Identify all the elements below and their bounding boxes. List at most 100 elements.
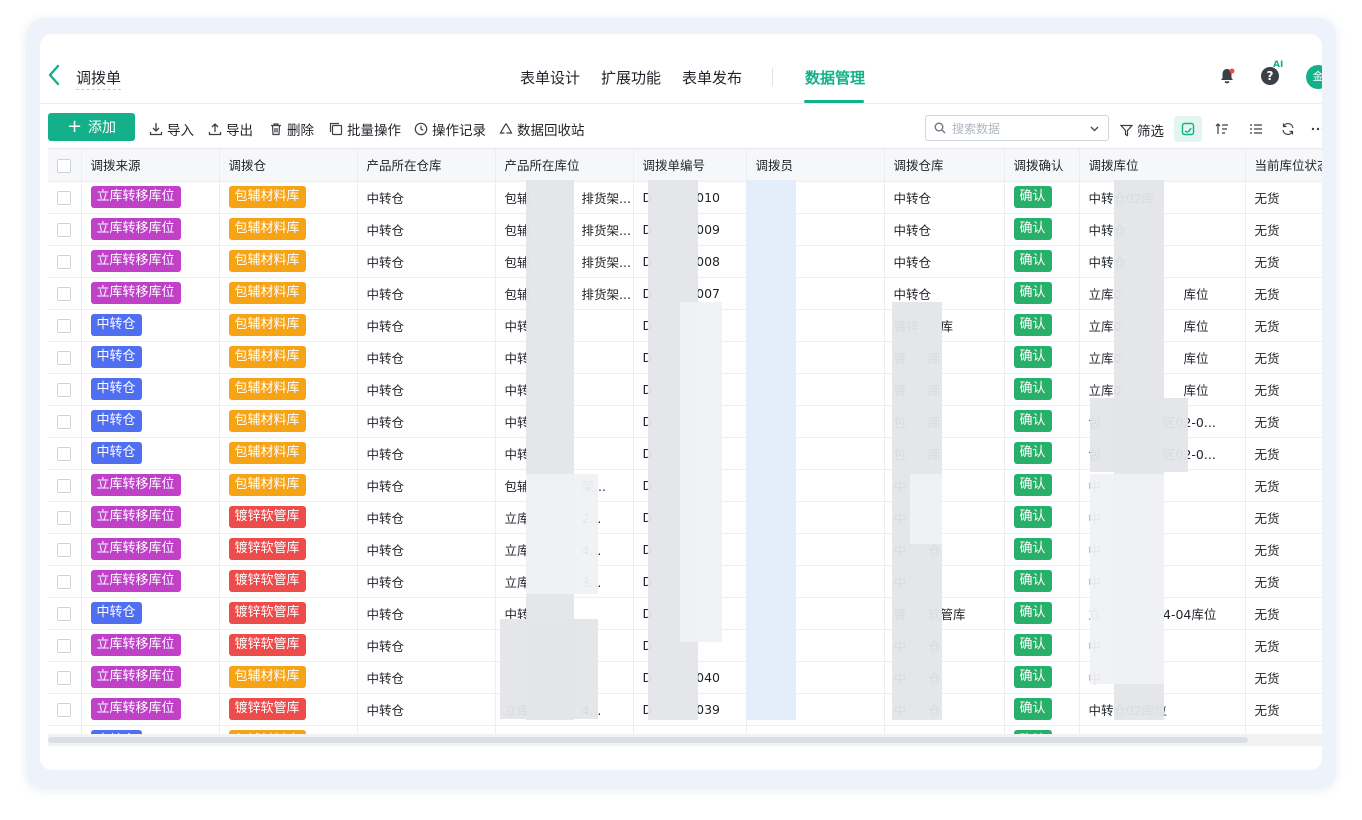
- location-state-cell: 无货: [1245, 277, 1322, 310]
- confirm-tag: 确认: [1013, 314, 1052, 336]
- row-select-cell[interactable]: [48, 693, 82, 726]
- warehouse-cell: 镀锌软管库: [219, 533, 358, 566]
- row-select-cell[interactable]: [48, 533, 82, 566]
- user-avatar[interactable]: 金: [1306, 65, 1322, 89]
- tab-data-management[interactable]: 数据管理: [805, 67, 865, 88]
- warehouse-tag: 镀锌软管库: [228, 538, 306, 560]
- recycle-bin-button[interactable]: 数据回收站: [499, 119, 585, 139]
- row-checkbox[interactable]: [57, 638, 71, 653]
- confirm-cell: 确认: [1004, 309, 1080, 342]
- column-header[interactable]: 产品所在仓库: [357, 149, 496, 182]
- recycle-label: 数据回收站: [517, 123, 585, 139]
- confirm-tag: 确认: [1013, 570, 1052, 592]
- location-state-cell: 无货: [1245, 373, 1322, 406]
- column-header[interactable]: 调拨仓库: [884, 149, 1005, 182]
- delete-button[interactable]: 删除: [269, 119, 314, 139]
- source-cell: 立库转移库位: [81, 501, 220, 534]
- row-select-cell[interactable]: [48, 469, 82, 502]
- column-header[interactable]: 产品所在库位: [495, 149, 634, 182]
- row-select-cell[interactable]: [48, 245, 82, 278]
- operation-log-button[interactable]: 操作记录: [414, 119, 486, 139]
- help-ai-icon[interactable]: ? AI: [1261, 60, 1283, 85]
- row-checkbox[interactable]: [57, 318, 71, 333]
- sort-icon[interactable]: [1208, 116, 1236, 142]
- refresh-icon[interactable]: [1274, 116, 1302, 142]
- column-header[interactable]: 当前库位状态: [1245, 149, 1322, 182]
- import-button[interactable]: 导入: [149, 119, 194, 139]
- column-header[interactable]: 调拨仓: [219, 149, 358, 182]
- location-state-text: 无货: [1254, 638, 1280, 654]
- confirm-tag: 确认: [1013, 378, 1052, 400]
- more-icon[interactable]: [1304, 116, 1322, 142]
- row-select-cell[interactable]: [48, 181, 82, 214]
- warehouse-cell: 镀锌软管库: [219, 629, 358, 662]
- row-checkbox[interactable]: [57, 670, 71, 685]
- row-checkbox[interactable]: [57, 446, 71, 461]
- row-checkbox[interactable]: [57, 702, 71, 717]
- column-header[interactable]: 调拨库位: [1079, 149, 1246, 182]
- column-header[interactable]: 调拨员: [746, 149, 885, 182]
- toolbar: + 添加 导入 导出 删除 批量操作 操作记录 数据回收站 搜索数据 筛选: [40, 104, 1322, 148]
- row-select-cell[interactable]: [48, 501, 82, 534]
- row-select-cell[interactable]: [48, 277, 82, 310]
- row-checkbox[interactable]: [57, 542, 71, 557]
- row-checkbox[interactable]: [57, 286, 71, 301]
- back-arrow-icon[interactable]: [46, 64, 62, 86]
- row-checkbox[interactable]: [57, 254, 71, 269]
- location-state-cell: 无货: [1245, 501, 1322, 534]
- row-select-cell[interactable]: [48, 437, 82, 470]
- tab-extensions[interactable]: 扩展功能: [601, 67, 661, 88]
- row-select-cell[interactable]: [48, 597, 82, 630]
- tab-form-publish[interactable]: 表单发布: [682, 67, 742, 88]
- row-checkbox[interactable]: [57, 190, 71, 205]
- scrollbar-thumb[interactable]: [48, 737, 1248, 743]
- filter-button[interactable]: 筛选: [1120, 120, 1164, 140]
- warehouse-tag: 包辅材料库: [228, 218, 306, 240]
- header-select-all[interactable]: [48, 149, 82, 182]
- column-header[interactable]: 调拨确认: [1004, 149, 1080, 182]
- warehouse-tag: 镀锌软管库: [228, 506, 306, 528]
- row-select-cell[interactable]: [48, 629, 82, 662]
- row-checkbox[interactable]: [57, 574, 71, 589]
- row-select-cell[interactable]: [48, 373, 82, 406]
- batch-operation-button[interactable]: 批量操作: [329, 119, 401, 139]
- batch-label: 批量操作: [347, 123, 401, 139]
- source-tag: 立库转移库位: [90, 282, 181, 304]
- row-checkbox[interactable]: [57, 382, 71, 397]
- add-button[interactable]: + 添加: [48, 113, 135, 141]
- row-checkbox[interactable]: [57, 350, 71, 365]
- row-checkbox[interactable]: [57, 222, 71, 237]
- column-header[interactable]: 调拨来源: [81, 149, 220, 182]
- row-select-cell[interactable]: [48, 405, 82, 438]
- column-header[interactable]: 调拨单编号: [633, 149, 747, 182]
- row-select-cell[interactable]: [48, 213, 82, 246]
- search-placeholder: 搜索数据: [952, 121, 1001, 136]
- location-state-cell: 无货: [1245, 565, 1322, 598]
- warehouse-cell: 包辅材料库: [219, 181, 358, 214]
- horizontal-scrollbar[interactable]: [48, 734, 1322, 746]
- grid-view-icon[interactable]: [1174, 116, 1202, 142]
- confirm-tag: 确认: [1013, 442, 1052, 464]
- select-all-checkbox[interactable]: [57, 158, 71, 173]
- product-location-suffix: 排货架...: [581, 254, 631, 270]
- notification-bell-icon[interactable]: [1218, 67, 1236, 89]
- row-checkbox[interactable]: [57, 606, 71, 621]
- export-button[interactable]: 导出: [208, 119, 253, 139]
- source-cell: 立库转移库位: [81, 181, 220, 214]
- column-settings-icon[interactable]: [1242, 116, 1270, 142]
- page-title[interactable]: 调拨单: [76, 67, 122, 90]
- row-select-cell[interactable]: [48, 341, 82, 374]
- row-checkbox[interactable]: [57, 414, 71, 429]
- search-input[interactable]: 搜索数据: [925, 115, 1109, 141]
- row-select-cell[interactable]: [48, 309, 82, 342]
- app-header: 调拨单 表单设计 扩展功能 表单发布 数据管理 ? AI 金: [40, 34, 1322, 104]
- tab-form-design[interactable]: 表单设计: [520, 67, 580, 88]
- row-checkbox[interactable]: [57, 478, 71, 493]
- row-select-cell[interactable]: [48, 661, 82, 694]
- warehouse-cell: 包辅材料库: [219, 469, 358, 502]
- row-checkbox[interactable]: [57, 510, 71, 525]
- warehouse-tag: 包辅材料库: [228, 442, 306, 464]
- row-select-cell[interactable]: [48, 565, 82, 598]
- source-cell: 立库转移库位: [81, 245, 220, 278]
- location-state-cell: 无货: [1245, 533, 1322, 566]
